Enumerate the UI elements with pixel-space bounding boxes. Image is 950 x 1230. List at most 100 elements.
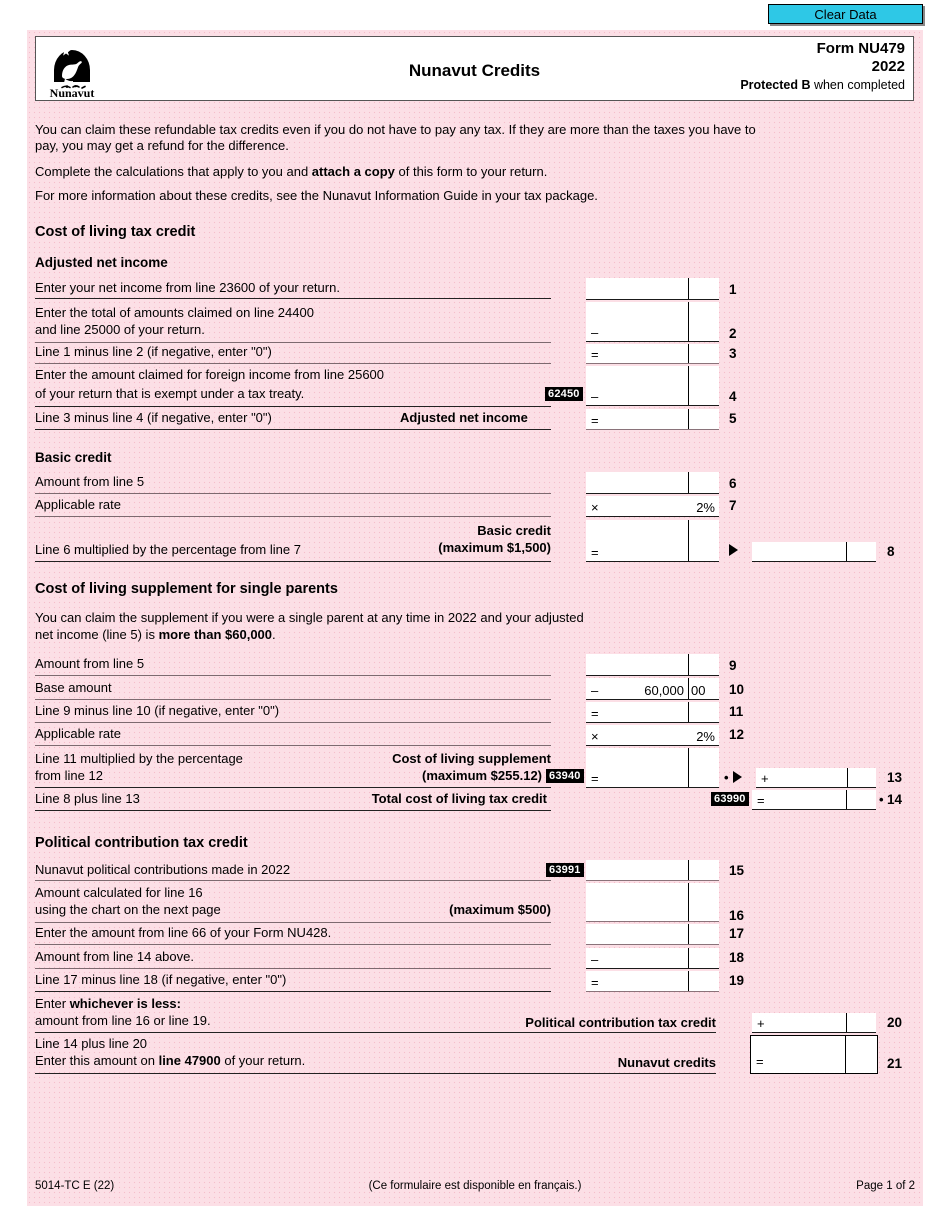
line-21-total-field[interactable]: =	[750, 1035, 878, 1074]
line-9-number: 9	[729, 658, 737, 673]
line-1-number: 1	[729, 282, 737, 297]
line-5-cents-divider	[688, 409, 689, 430]
form-header: Nunavut Nunavut Credits Form NU479 2022 …	[35, 36, 914, 101]
line-13-amount-field[interactable]: +	[756, 768, 876, 788]
line-20-baseline	[752, 1032, 876, 1033]
line-7-label: Applicable rate	[35, 497, 121, 512]
line-18-baseline	[586, 968, 719, 969]
line-12-rule	[35, 745, 551, 746]
line-9-cents-divider	[688, 654, 689, 676]
line-20-label-a: Enter whichever is less:	[35, 996, 181, 1012]
line-2-operator: –	[591, 325, 599, 340]
line-5-label: Line 3 minus line 4 (if negative, enter …	[35, 410, 272, 425]
line-18-rule	[35, 968, 551, 969]
line-15-rule	[35, 880, 551, 881]
line-18-amount-field[interactable]: –	[586, 948, 719, 969]
line-20-amount-field[interactable]: +	[752, 1013, 876, 1033]
line-8-label: Line 6 multiplied by the percentage from…	[35, 542, 301, 557]
line-17-cents-divider	[688, 924, 689, 945]
line-8-operator: =	[591, 545, 599, 560]
line-15-amount-field[interactable]	[586, 860, 719, 881]
line-16-label-a: Amount calculated for line 16	[35, 885, 203, 900]
line-7-rule	[35, 516, 551, 517]
line-19-cents-divider	[688, 971, 689, 992]
line-10-number: 10	[729, 682, 745, 697]
line-20-label-b: amount from line 16 or line 19.	[35, 1013, 211, 1028]
line-16-rule	[35, 922, 551, 923]
line-8-number: 8	[887, 544, 895, 559]
line-4-amount-field[interactable]: –	[586, 366, 719, 406]
line-5-rule	[35, 429, 551, 430]
line-20-rule	[35, 1032, 716, 1033]
line-9-amount-field[interactable]	[586, 654, 719, 676]
line-14-code-tag: 63990	[711, 792, 749, 806]
line-10-rule	[35, 699, 551, 700]
line-7-number: 7	[729, 498, 737, 513]
supplement-note-2b: more than $60,000	[158, 627, 273, 642]
line-11-cents-divider	[688, 702, 689, 723]
line-3-operator: =	[591, 347, 599, 362]
line-17-amount-field[interactable]	[586, 924, 719, 945]
line-5-operator: =	[591, 413, 599, 428]
section-basic-credit-heading: Basic credit	[35, 450, 112, 465]
footer-page-number: Page 1 of 2	[856, 1180, 915, 1192]
line-6-amount-field[interactable]	[586, 472, 719, 494]
line-21-label-b1: Enter this amount on	[35, 1053, 159, 1068]
line-1-baseline	[586, 299, 719, 300]
line-1-amount-field[interactable]	[586, 278, 719, 300]
line-13-code-tag: 63940	[546, 769, 584, 783]
line-5-amount-field[interactable]: =	[586, 409, 719, 430]
line-13-rule	[35, 787, 551, 788]
supplement-note-line-1: You can claim the supplement if you were…	[35, 610, 584, 625]
line-16-amount-field[interactable]	[586, 883, 719, 922]
line-19-rule	[35, 991, 551, 992]
line-21-number: 21	[887, 1056, 903, 1071]
section-political-heading: Political contribution tax credit	[35, 835, 248, 851]
line-1-cents-divider	[688, 278, 689, 300]
line-2-cents-divider	[688, 302, 689, 342]
line-8-baseline	[586, 561, 719, 562]
line-12-label: Applicable rate	[35, 726, 121, 741]
line-17-baseline	[586, 944, 719, 945]
line-10-amount-field: – 60,000 00	[586, 678, 719, 700]
clear-data-button[interactable]: Clear Data	[768, 4, 923, 24]
line-13-cents-divider	[688, 748, 689, 788]
line-8-rule	[35, 561, 551, 562]
line-4-label-b: of your return that is exempt under a ta…	[35, 386, 305, 401]
line-8-result-baseline	[752, 561, 876, 562]
line-2-amount-field[interactable]: –	[586, 302, 719, 342]
line-9-label: Amount from line 5	[35, 656, 145, 671]
line-16-caption: (maximum $500)	[449, 902, 551, 917]
line-4-cents-divider	[688, 366, 689, 406]
line-8-amount-field[interactable]	[752, 542, 876, 562]
line-11-number: 11	[729, 704, 744, 719]
line-8-calc-field[interactable]: =	[586, 520, 719, 562]
line-3-amount-field[interactable]: =	[586, 344, 719, 364]
line-2-label-a: Enter the total of amounts claimed on li…	[35, 305, 314, 320]
line-16-baseline	[586, 921, 719, 922]
line-2-rule	[35, 342, 551, 343]
line-15-cents-divider	[688, 860, 689, 881]
line-19-amount-field[interactable]: =	[586, 971, 719, 992]
line-4-rule	[35, 406, 551, 407]
line-3-baseline	[586, 363, 719, 364]
line-1-rule	[35, 298, 551, 299]
line-13-calc-field[interactable]: =	[586, 748, 719, 788]
section-cost-of-living-heading: Cost of living tax credit	[35, 224, 196, 240]
line-19-baseline	[586, 991, 719, 992]
line-20-number: 20	[887, 1015, 903, 1030]
line-12-baseline	[586, 745, 719, 746]
line-6-number: 6	[729, 476, 737, 491]
line-14-bullet-marker: •	[879, 792, 884, 807]
line-7-rate-value: 2%	[696, 500, 715, 515]
line-14-amount-field[interactable]: =	[752, 790, 876, 810]
line-15-baseline	[586, 880, 719, 881]
line-11-amount-field[interactable]: =	[586, 702, 719, 723]
line-3-rule	[35, 363, 551, 364]
line-13-label-a: Line 11 multiplied by the percentage	[35, 751, 243, 766]
line-20-cents-divider	[846, 1013, 847, 1033]
intro-paragraph-1-line-1: You can claim these refundable tax credi…	[35, 122, 756, 137]
line-15-code-tag: 63991	[546, 863, 584, 877]
line-4-operator: –	[591, 389, 599, 404]
line-18-cents-divider	[688, 948, 689, 969]
